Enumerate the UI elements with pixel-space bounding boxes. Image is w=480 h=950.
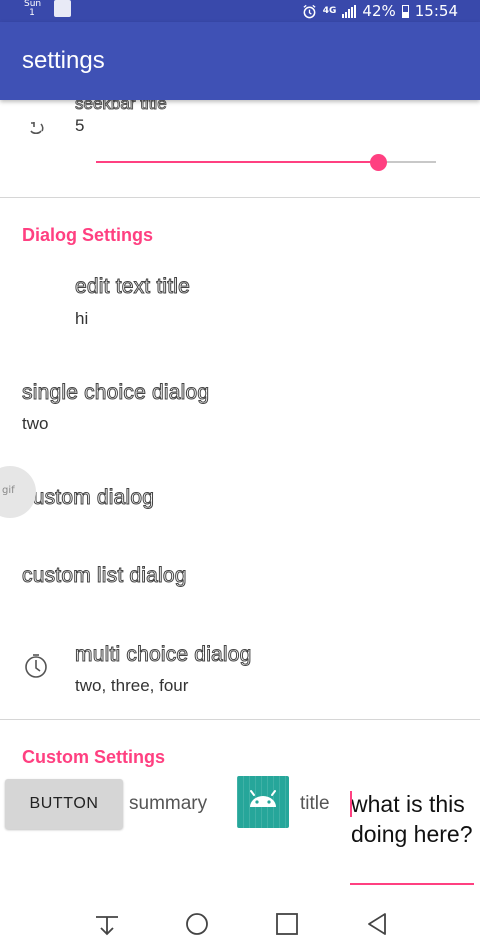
back-icon[interactable] (362, 909, 392, 939)
status-date: Sun 1 (24, 0, 41, 18)
timer-icon (30, 122, 44, 135)
custom-summary: summary (129, 793, 208, 814)
divider (0, 197, 480, 198)
signal-icon (342, 4, 357, 18)
custom-edit-text[interactable]: what is this doing here? (350, 789, 474, 885)
page-title: settings (22, 47, 105, 74)
battery-icon (401, 4, 409, 18)
pref-title: edit text title (74, 275, 191, 299)
pref-title: custom list dialog (22, 564, 187, 588)
pref-summary: two, three, four (75, 676, 189, 695)
status-bar: Sun 1 4G 42% 15:54 (0, 0, 480, 22)
gif-recorder-tab[interactable]: gif (0, 466, 36, 518)
app-bar: settings (0, 22, 480, 100)
battery-percent: 42% (362, 2, 396, 20)
section-header-dialog: Dialog Settings (22, 225, 154, 245)
pref-title: single choice dialog (21, 381, 210, 405)
slider-fill (96, 161, 379, 163)
home-icon[interactable] (182, 909, 212, 939)
android-icon (237, 776, 289, 828)
custom-title: title (300, 793, 330, 814)
navigation-bar (0, 900, 480, 950)
gif-label: gif (2, 485, 15, 496)
section-header-custom: Custom Settings (22, 747, 166, 767)
divider (0, 719, 480, 720)
slider-thumb[interactable] (370, 154, 388, 171)
pref-summary: two (22, 414, 49, 433)
download-icon[interactable] (92, 909, 122, 939)
recents-icon[interactable] (272, 909, 302, 939)
notification-icon (54, 0, 71, 17)
pref-summary: hi (75, 309, 89, 328)
seekbar-value: 5 (75, 116, 85, 135)
custom-button[interactable]: BUTTON (5, 779, 123, 829)
seekbar-slider[interactable] (96, 152, 436, 172)
status-date-number: 1 (29, 8, 35, 18)
clock: 15:54 (414, 2, 458, 20)
status-right: 4G 42% 15:54 (302, 0, 458, 22)
pref-title: custom dialog (21, 486, 155, 510)
pref-title: multi choice dialog (75, 643, 252, 667)
timer-icon (25, 654, 47, 678)
alarm-icon (303, 4, 316, 18)
network-type: 4G (322, 6, 337, 16)
